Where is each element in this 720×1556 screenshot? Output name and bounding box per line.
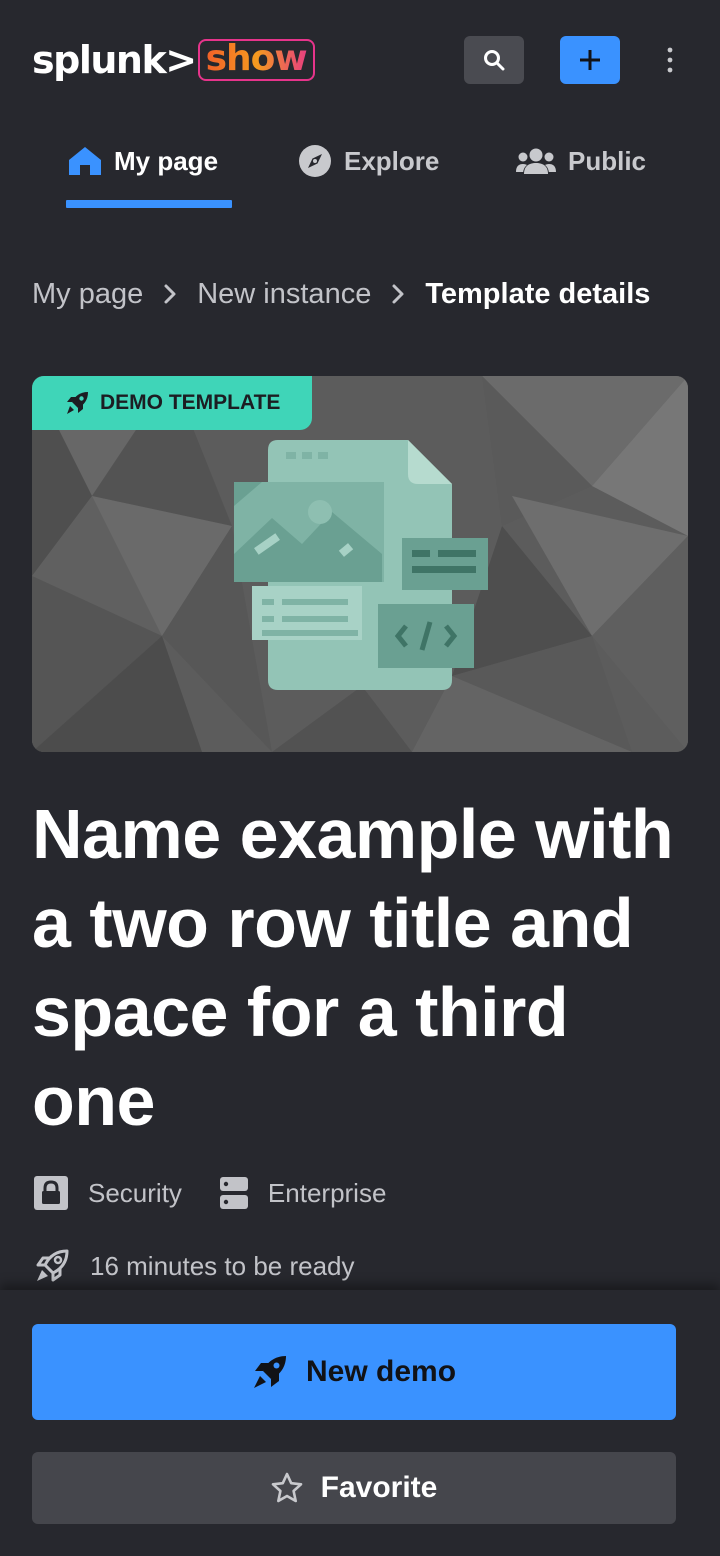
chevron-right-icon: [163, 283, 177, 305]
home-icon: [69, 147, 101, 175]
tab-label: My page: [114, 145, 219, 176]
tier-tag: Enterprise: [219, 1177, 387, 1209]
favorite-button[interactable]: Favorite: [32, 1452, 676, 1524]
active-tab-indicator: [66, 200, 232, 208]
tab-label: Explore: [344, 145, 440, 176]
ready-time: 16 minutes to be ready: [34, 1248, 393, 1284]
document-illustration: [234, 440, 488, 690]
ready-time-label: 16 minutes to be ready: [90, 1250, 355, 1281]
rocket-outline-icon: [36, 1249, 69, 1282]
breadcrumb: My page New instance Template details: [32, 270, 720, 318]
breadcrumb-item-new-instance[interactable]: New instance: [197, 278, 371, 311]
demo-template-badge: DEMO TEMPLATE: [32, 376, 313, 430]
tab-public[interactable]: Public: [516, 130, 646, 192]
add-button[interactable]: [560, 36, 620, 84]
search-icon: [484, 50, 505, 71]
star-outline-icon: [271, 1472, 302, 1503]
logo-show-text: show: [197, 39, 315, 81]
new-demo-button[interactable]: New demo: [32, 1324, 676, 1420]
ready-time-item: 16 minutes to be ready: [34, 1248, 355, 1284]
lock-icon: [34, 1176, 68, 1210]
tier-label: Enterprise: [267, 1177, 387, 1208]
new-demo-label: New demo: [305, 1355, 457, 1388]
template-title: Name example with a two row title and sp…: [32, 795, 674, 1140]
favorite-label: Favorite: [320, 1471, 438, 1504]
category-tag: Security: [34, 1176, 182, 1210]
tab-my-page[interactable]: My page: [68, 130, 218, 192]
more-vertical-icon: [667, 47, 673, 73]
breadcrumb-current: Template details: [425, 277, 651, 310]
plus-icon: [580, 50, 600, 70]
template-hero-image: DEMO TEMPLATE: [32, 376, 688, 752]
bottom-action-bar: New demo Favorite: [0, 1290, 720, 1556]
server-icon: [219, 1177, 248, 1209]
category-label: Security: [88, 1177, 182, 1208]
tab-label: Public: [568, 145, 647, 176]
splunk-show-logo[interactable]: splunk> show: [32, 36, 315, 84]
users-icon: [516, 148, 556, 174]
search-button[interactable]: [464, 36, 524, 84]
breadcrumb-item-my-page[interactable]: My page: [32, 278, 143, 311]
logo-splunk-text: splunk>: [32, 38, 197, 82]
rocket-icon: [253, 1356, 286, 1388]
main-tabs: My page Explore Public: [0, 118, 720, 210]
compass-icon: [299, 145, 331, 177]
badge-label: DEMO TEMPLATE: [100, 391, 281, 414]
chevron-right-icon: [391, 283, 405, 305]
rocket-icon: [67, 392, 88, 414]
more-options-button[interactable]: [650, 36, 690, 84]
tab-explore[interactable]: Explore: [298, 130, 439, 192]
template-meta: Security Enterprise: [34, 1176, 424, 1210]
app-header: splunk> show: [0, 0, 720, 120]
